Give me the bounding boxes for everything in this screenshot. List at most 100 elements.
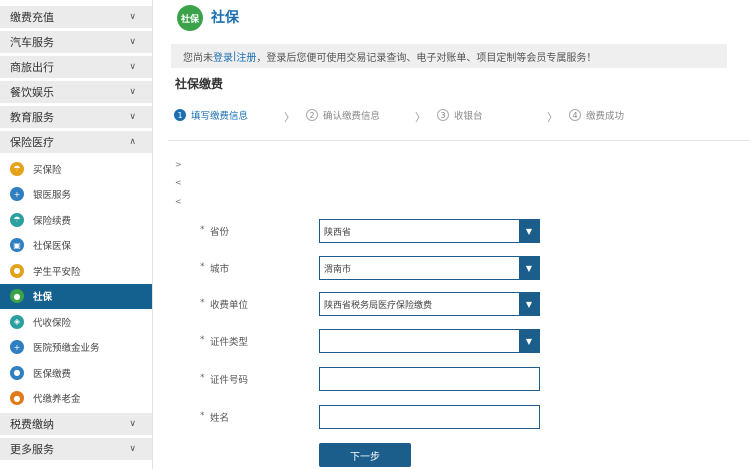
required-marker: * <box>200 335 205 345</box>
sidebar-item-student-insurance[interactable]: ● 学生平安险 <box>0 258 152 284</box>
step-number: 1 <box>174 109 186 121</box>
divider <box>168 140 750 141</box>
sidebar-item-collect-insurance[interactable]: ◈ 代收保险 <box>0 309 152 335</box>
social-security-icon: ● <box>10 289 24 304</box>
step-label: 填写缴费信息 <box>191 111 249 122</box>
sidebar-category[interactable]: 更多服务 ∨ <box>0 438 152 460</box>
form-row-province: * 省份 陕西省 ▼ <box>200 219 550 243</box>
page-title: 社保 <box>211 10 239 26</box>
step-number: 4 <box>569 109 581 121</box>
chevron-up-icon: ∧ <box>129 137 136 147</box>
id-number-input[interactable] <box>319 367 540 391</box>
dropdown-arrow-icon[interactable]: ▼ <box>519 220 539 242</box>
notice-prefix: 您尚未 <box>183 52 213 64</box>
step-label: 收银台 <box>454 111 483 122</box>
register-link[interactable]: 注册 <box>236 49 256 64</box>
chevron-right-icon: 〉 <box>415 111 426 124</box>
sidebar-divider <box>152 0 153 469</box>
form-row-id-type: * 证件类型 ▼ <box>200 329 550 353</box>
step-number: 3 <box>437 109 449 121</box>
step-1: 1 填写缴费信息 <box>174 108 248 122</box>
step-indicator: 1 填写缴费信息 〉 2 确认缴费信息 〉 3 收银台 〉 4 缴费成功 <box>174 108 734 128</box>
city-select[interactable]: 渭南市 ▼ <box>319 256 540 280</box>
step-number: 2 <box>306 109 318 121</box>
chevron-down-icon: ∨ <box>129 62 136 72</box>
sidebar-category[interactable]: 餐饮娱乐 ∨ <box>0 81 152 103</box>
chevron-right-icon: 〉 <box>284 111 295 124</box>
sidebar-item-label: 社保医保 <box>33 241 72 253</box>
sidebar-category[interactable]: 商旅出行 ∨ <box>0 56 152 78</box>
required-marker: * <box>200 298 205 308</box>
hospital-icon: + <box>10 187 24 202</box>
sidebar-item-label: 买保险 <box>33 164 62 176</box>
main-content: 社保 社保 您尚未 登录 | 注册 ，登录后您便可使用交易记录查询、电子对账单、… <box>160 0 750 469</box>
sidebar-item-social-security[interactable]: ● 社保 <box>0 283 152 309</box>
required-marker: * <box>200 225 205 235</box>
chevron-down-icon: ∨ <box>129 419 136 429</box>
sidebar-category-label: 餐饮娱乐 <box>10 86 54 99</box>
student-icon: ● <box>10 263 24 278</box>
sidebar-item-social-medical[interactable]: ▣ 社保医保 <box>0 233 152 259</box>
id-type-select[interactable]: ▼ <box>319 329 540 353</box>
sidebar-item-label: 代缴养老金 <box>33 394 81 406</box>
sidebar-item-pension[interactable]: ● 代缴养老金 <box>0 386 152 412</box>
sidebar-item-label: 医院预缴金业务 <box>33 343 100 355</box>
step-4: 4 缴费成功 <box>569 108 624 122</box>
sidebar-category-label: 保险医疗 <box>10 136 54 149</box>
dropdown-arrow-icon[interactable]: ▼ <box>519 257 539 279</box>
sidebar-category[interactable]: 汽车服务 ∨ <box>0 31 152 53</box>
stray-mark: < <box>175 178 182 187</box>
sidebar-item-label: 社保 <box>33 292 53 304</box>
next-step-button[interactable]: 下一步 <box>319 443 411 467</box>
step-label: 缴费成功 <box>586 111 625 122</box>
form-row-city: * 城市 渭南市 ▼ <box>200 256 550 280</box>
login-link[interactable]: 登录 <box>213 49 233 64</box>
sidebar-category-label: 更多服务 <box>10 443 54 456</box>
step-label: 确认缴费信息 <box>323 111 381 122</box>
payee-select[interactable]: 陕西省税务局医疗保险缴费 ▼ <box>319 292 540 316</box>
sidebar-category[interactable]: 税费缴纳 ∨ <box>0 413 152 435</box>
sidebar-item-hospital-prepay[interactable]: + 医院预缴金业务 <box>0 335 152 361</box>
sidebar-item-buy-insurance[interactable]: ☂ 买保险 <box>0 156 152 182</box>
sidebar-item-label: 银医服务 <box>33 190 72 202</box>
sidebar-item-label: 代收保险 <box>33 317 72 329</box>
chevron-right-icon: 〉 <box>547 111 558 124</box>
sidebar-item-medical-payment[interactable]: ● 医保缴费 <box>0 360 152 386</box>
form-row-id-number: * 证件号码 <box>200 367 550 391</box>
field-label: 城市 <box>210 264 230 275</box>
name-input[interactable] <box>319 405 540 429</box>
sidebar-item-insurance-renewal[interactable]: ☂ 保险续费 <box>0 207 152 233</box>
sidebar-category-open[interactable]: 保险医疗 ∧ <box>0 131 152 153</box>
form-row-payee: * 收费单位 陕西省税务局医疗保险缴费 ▼ <box>200 292 550 316</box>
card-icon: ▣ <box>10 238 24 253</box>
sidebar-category-label: 税费缴纳 <box>10 418 54 431</box>
field-label: 姓名 <box>210 413 230 424</box>
sidebar-category-label: 缴费充值 <box>10 11 54 24</box>
sidebar: 缴费充值 ∨ 汽车服务 ∨ 商旅出行 ∨ 餐饮娱乐 ∨ 教育服务 ∨ 保险医疗 ∧ ☂ 买保险… <box>0 0 152 469</box>
sidebar-item-label: 保险续费 <box>33 215 72 227</box>
logo-text: 社保 <box>180 14 199 25</box>
select-value: 渭南市 <box>324 265 352 275</box>
field-label: 收费单位 <box>210 300 249 311</box>
sidebar-category-label: 教育服务 <box>10 111 54 124</box>
chevron-down-icon: ∨ <box>129 87 136 97</box>
dropdown-arrow-icon[interactable]: ▼ <box>519 330 539 352</box>
dropdown-arrow-icon[interactable]: ▼ <box>519 293 539 315</box>
sidebar-item-label: 学生平安险 <box>33 266 81 278</box>
chevron-down-icon: ∨ <box>129 444 136 454</box>
province-select[interactable]: 陕西省 ▼ <box>319 219 540 243</box>
sidebar-category[interactable]: 教育服务 ∨ <box>0 106 152 128</box>
pension-icon: ● <box>10 391 24 406</box>
required-marker: * <box>200 411 205 421</box>
field-label: 证件类型 <box>210 337 249 348</box>
required-marker: * <box>200 373 205 383</box>
sidebar-category[interactable]: 缴费充值 ∨ <box>0 6 152 28</box>
medical-icon: ● <box>10 365 24 380</box>
select-value: 陕西省 <box>324 228 352 238</box>
sidebar-category-label: 商旅出行 <box>10 61 54 74</box>
sidebar-item-bank-medical[interactable]: + 银医服务 <box>0 182 152 208</box>
stray-mark: < <box>175 197 182 206</box>
shield-icon: ◈ <box>10 314 24 329</box>
stray-mark: > <box>175 160 182 169</box>
required-marker: * <box>200 262 205 272</box>
